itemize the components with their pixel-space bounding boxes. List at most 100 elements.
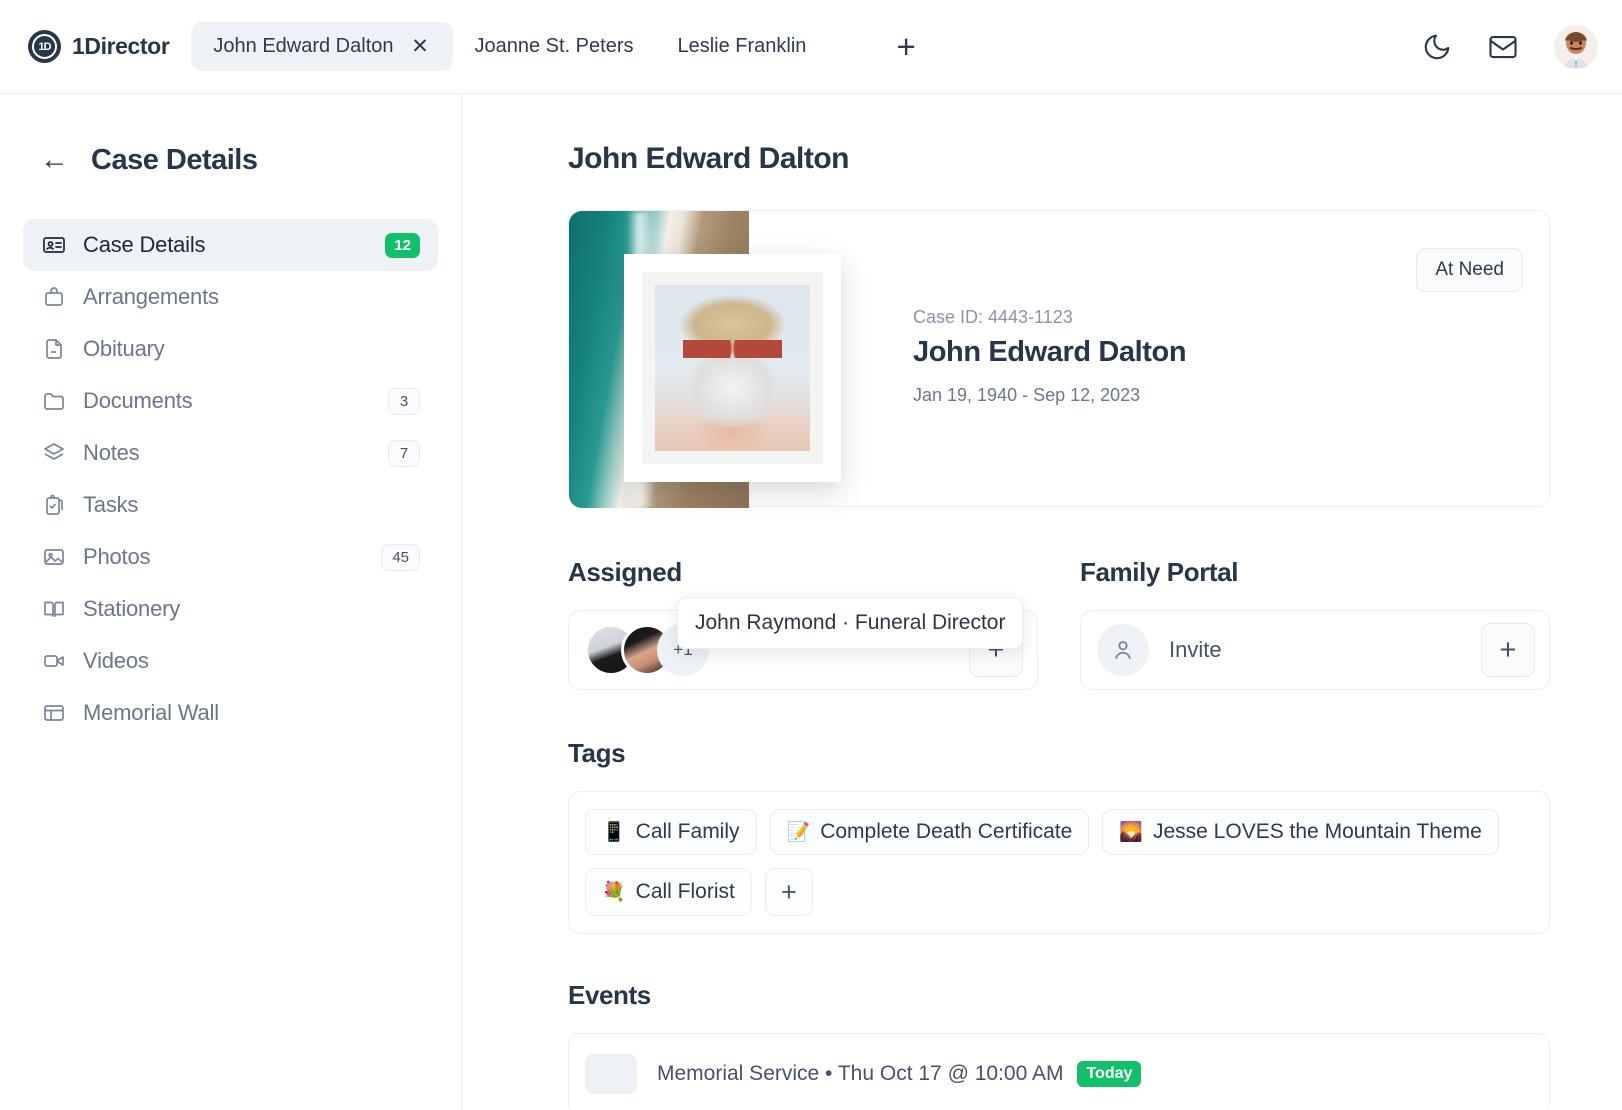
image-icon (41, 544, 67, 570)
tag-label: Jesse LOVES the Mountain Theme (1152, 820, 1482, 843)
back-arrow-icon[interactable]: ← (40, 146, 69, 175)
page-body: ← Case Details Case Details 12 Arrangeme… (0, 94, 1622, 1110)
tag-chip[interactable]: 📝 Complete Death Certificate (769, 809, 1090, 855)
tab-joanne-st-peters[interactable]: Joanne St. Peters (453, 22, 656, 71)
sidebar-item-case-details[interactable]: Case Details 12 (23, 219, 438, 271)
tab-leslie-franklin[interactable]: Leslie Franklin (655, 22, 828, 71)
add-family-member-button[interactable]: + (1481, 623, 1535, 677)
sidebar-item-label: Notes (83, 440, 140, 465)
sidebar-item-videos[interactable]: Videos (23, 635, 438, 687)
add-tab-button[interactable]: + (866, 30, 945, 63)
sidebar-item-label: Videos (83, 648, 149, 673)
event-today-badge: Today (1077, 1061, 1142, 1087)
sidebar: ← Case Details Case Details 12 Arrangeme… (0, 94, 462, 1110)
sidebar-item-label: Stationery (83, 596, 181, 621)
family-portal-section: Family Portal Invite + (1080, 557, 1550, 690)
sidebar-item-label: Photos (83, 544, 151, 569)
tab-label: Joanne St. Peters (474, 35, 634, 57)
mobile-phone-icon: 📱 (602, 821, 626, 843)
tag-chip[interactable]: 📱 Call Family (585, 809, 757, 855)
sidebar-item-photos[interactable]: Photos 45 (23, 531, 438, 583)
sidebar-item-stationery[interactable]: Stationery (23, 583, 438, 635)
sidebar-item-label: Case Details (83, 232, 206, 257)
envelope-icon[interactable] (1488, 32, 1518, 62)
video-camera-icon (41, 648, 67, 674)
brand-logo-text: 1D (32, 34, 57, 59)
layers-icon (41, 440, 67, 466)
sidebar-item-label: Memorial Wall (83, 700, 219, 725)
sidebar-item-badge: 3 (388, 387, 420, 415)
tags-panel: 📱 Call Family 📝 Complete Death Certifica… (568, 791, 1550, 934)
moon-icon[interactable] (1422, 32, 1452, 62)
event-row[interactable]: Memorial Service • Thu Oct 17 @ 10:00 AM… (657, 1061, 1142, 1087)
sunrise-mountain-icon: 🌄 (1119, 821, 1143, 843)
assigned-section: Assigned +1 + John Raymond · Funeral Dir… (568, 557, 1038, 690)
tags-title: Tags (568, 738, 626, 768)
deceased-portrait-frame (624, 254, 841, 482)
folder-icon (41, 388, 67, 414)
tag-chip[interactable]: 🌄 Jesse LOVES the Mountain Theme (1102, 809, 1499, 855)
user-avatar[interactable] (1554, 24, 1598, 69)
memo-icon: 📝 (786, 821, 811, 843)
sidebar-item-documents[interactable]: Documents 3 (23, 375, 438, 427)
document-icon (41, 336, 67, 362)
tab-strip: John Edward Dalton ✕ Joanne St. Peters L… (191, 22, 945, 71)
brand-name: 1Director (72, 33, 170, 59)
top-bar-actions (1422, 24, 1598, 69)
briefcase-icon (41, 284, 67, 310)
events-panel: Memorial Service • Thu Oct 17 @ 10:00 AM… (568, 1033, 1550, 1110)
sidebar-header: ← Case Details (23, 144, 438, 177)
brand[interactable]: 1D 1Director (28, 30, 170, 63)
top-bar: 1D 1Director John Edward Dalton ✕ Joanne… (0, 0, 1622, 94)
page-title: John Edward Dalton (568, 142, 850, 175)
book-icon (41, 596, 67, 622)
sidebar-item-badge: 7 (388, 439, 420, 467)
tab-john-edward-dalton[interactable]: John Edward Dalton ✕ (191, 22, 453, 71)
case-life-dates: Jan 19, 1940 - Sep 12, 2023 (913, 385, 1141, 405)
sidebar-item-label: Tasks (83, 492, 139, 517)
event-label: Memorial Service • Thu Oct 17 @ 10:00 AM (657, 1062, 1064, 1085)
sunglasses-detail (682, 339, 783, 359)
sidebar-item-label: Arrangements (83, 284, 219, 309)
case-summary-body: Case ID: 4443-1123 John Edward Dalton Ja… (749, 211, 1549, 506)
main-content: John Edward Dalton Case ID: 4443-1123 Jo… (462, 94, 1622, 1110)
sidebar-item-notes[interactable]: Notes 7 (23, 427, 438, 479)
tag-label: Call Family (635, 820, 740, 843)
sidebar-item-tasks[interactable]: Tasks (23, 479, 438, 531)
tab-label: Leslie Franklin (677, 35, 807, 57)
sidebar-item-memorial-wall[interactable]: Memorial Wall (23, 687, 438, 739)
portrait-mat (642, 272, 823, 464)
window-icon (41, 700, 67, 726)
bouquet-icon: 💐 (602, 881, 626, 903)
case-deceased-name: John Edward Dalton (913, 336, 1187, 368)
assignee-tooltip: John Raymond · Funeral Director (677, 597, 1024, 649)
tag-chip[interactable]: 💐 Call Florist (585, 868, 752, 916)
add-tag-button[interactable]: + (764, 868, 813, 916)
clipboard-icon (41, 492, 67, 518)
events-section: Events Memorial Service • Thu Oct 17 @ 1… (568, 980, 1550, 1110)
case-summary-card: Case ID: 4443-1123 John Edward Dalton Ja… (568, 210, 1550, 508)
family-portal-title: Family Portal (1080, 557, 1239, 587)
brand-logo-icon: 1D (28, 30, 61, 63)
sidebar-item-badge: 12 (385, 232, 420, 258)
sidebar-title: Case Details (91, 144, 258, 176)
event-thumbnail (585, 1054, 637, 1094)
invite-label[interactable]: Invite (1169, 637, 1222, 663)
person-icon (1097, 624, 1149, 676)
assigned-title: Assigned (568, 557, 682, 587)
sidebar-item-badge: 45 (381, 543, 420, 571)
close-icon[interactable]: ✕ (410, 36, 431, 57)
tag-label: Complete Death Certificate (820, 820, 1073, 843)
status-badge[interactable]: At Need (1416, 248, 1523, 292)
events-title: Events (568, 980, 651, 1010)
sidebar-item-arrangements[interactable]: Arrangements (23, 271, 438, 323)
contact-card-icon (41, 232, 67, 258)
tags-section: Tags 📱 Call Family 📝 Complete Death Cert… (568, 738, 1550, 934)
deceased-portrait (655, 285, 810, 451)
case-id: Case ID: 4443-1123 (913, 307, 1073, 327)
tag-label: Call Florist (635, 880, 735, 903)
sidebar-item-label: Documents (83, 388, 193, 413)
family-portal-panel: Invite + (1080, 610, 1550, 690)
sidebar-item-obituary[interactable]: Obituary (23, 323, 438, 375)
tab-label: John Edward Dalton (213, 35, 394, 57)
